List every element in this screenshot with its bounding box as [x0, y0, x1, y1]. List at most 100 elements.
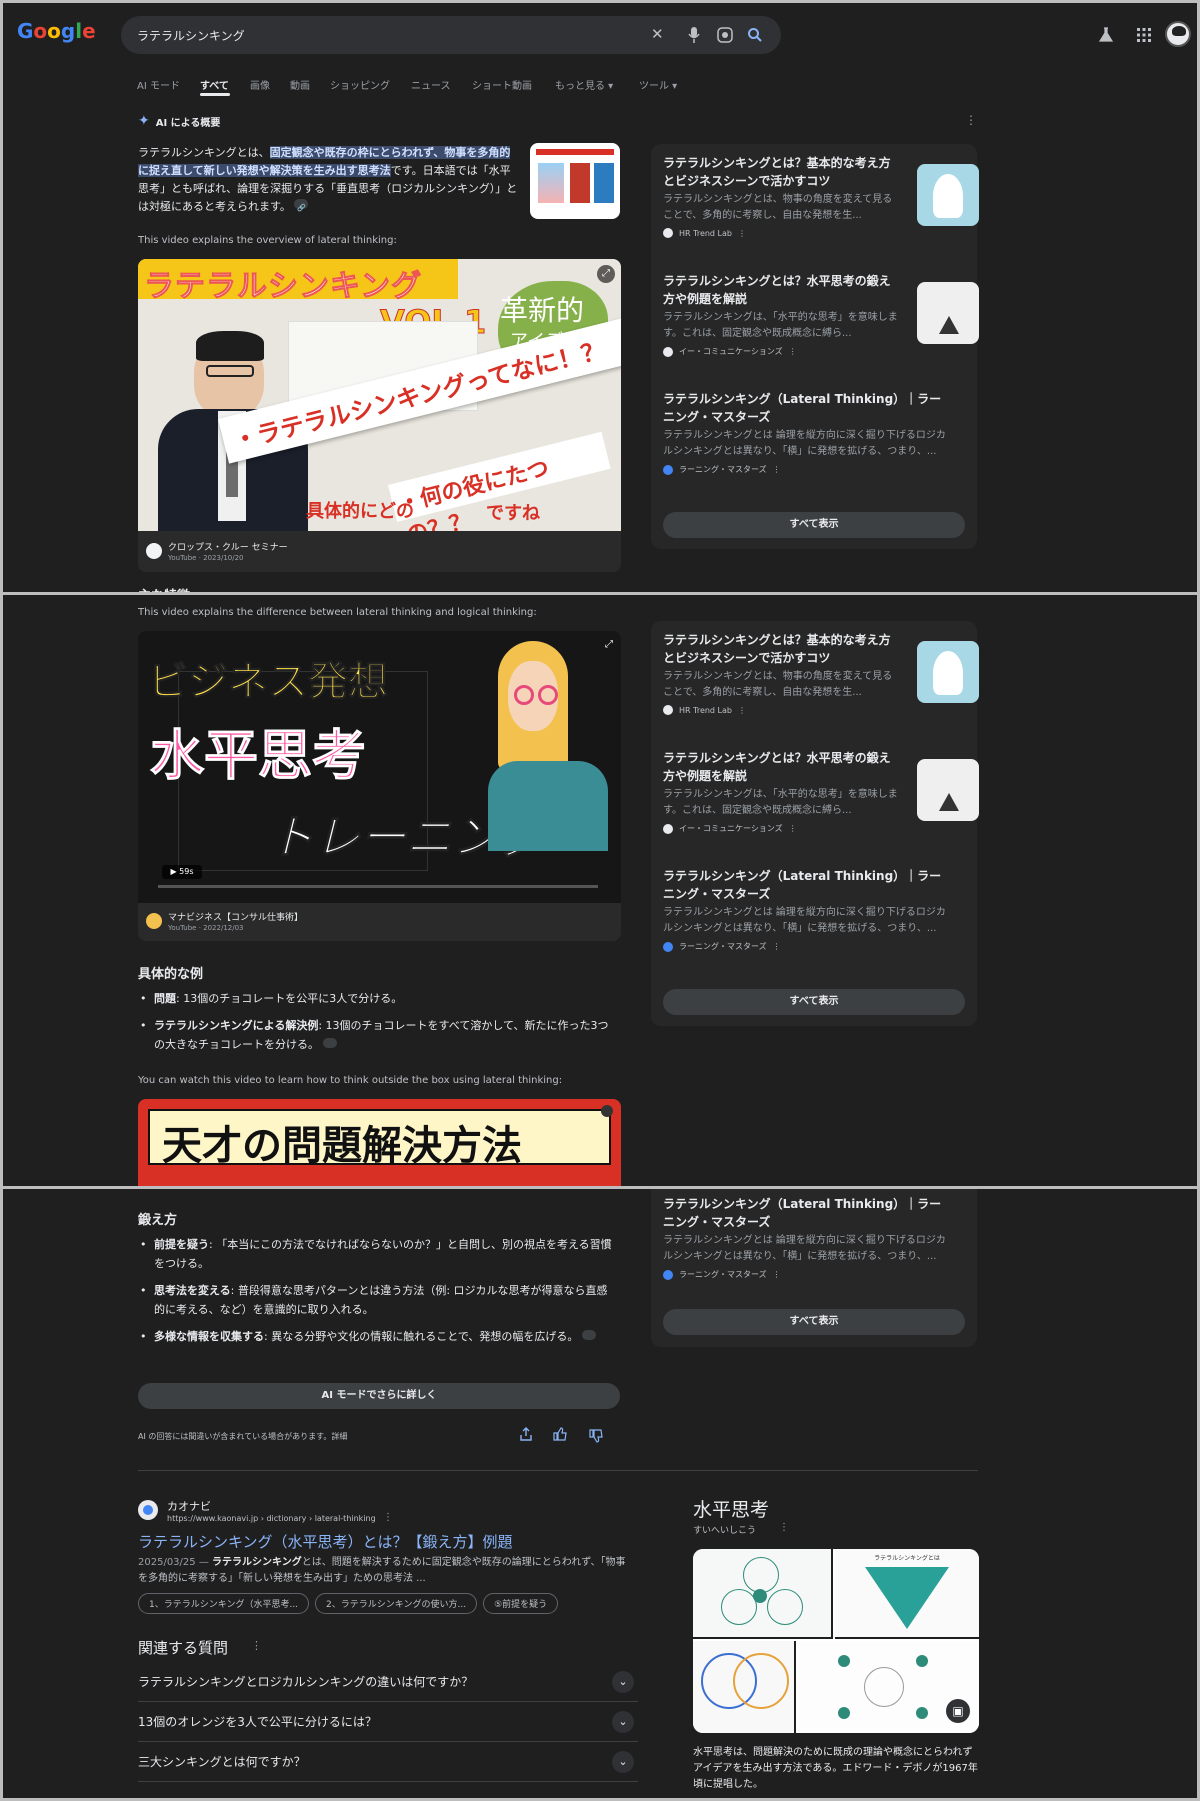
tab-short-videos[interactable]: ショート動画 [472, 77, 532, 92]
source-title[interactable]: ラテラルシンキング（Lateral Thinking）｜ラーニング・マスターズ [663, 390, 953, 426]
expand-icon[interactable]: ⤢ [605, 639, 613, 650]
tab-all[interactable]: すべて [200, 77, 229, 92]
ai-disclaimer[interactable]: AI の回答には間違いが含まれている場合があります。詳細 [138, 1431, 347, 1442]
video1-channel[interactable]: クロップス・クルー セミナー [168, 540, 288, 553]
related-question-text[interactable]: ラテラルシンキングとロジカルシンキングの違いは何ですか？ [138, 1675, 473, 1689]
diagram-venn-image[interactable] [693, 1641, 796, 1733]
result-url[interactable]: https://www.kaonavi.jp › dictionary › la… [167, 1514, 376, 1523]
video1-thumbnail[interactable]: ラテラルシンキング VOL.1 革新的 アイディア ・ラテラルシンキングってなに… [138, 259, 621, 531]
diagram-circles-image[interactable] [693, 1549, 833, 1639]
result-title-link[interactable]: ラテラルシンキング（水平思考）とは？【鍛え方】例題 [138, 1531, 513, 1552]
sources-card: ラテラルシンキングとは？基本的な考え方とビジネスシーンで活かすコツ ラテラルシン… [651, 144, 979, 549]
source-title[interactable]: ラテラルシンキング（Lateral Thinking）｜ラーニング・マスターズ [663, 867, 953, 903]
show-all-button[interactable]: すべて表示 [663, 989, 965, 1015]
chevron-down-icon[interactable]: ⌄ [612, 1671, 634, 1693]
sitelink-chip[interactable]: ⑤前提を疑う [483, 1593, 559, 1614]
result-menu-icon[interactable]: ⋮ [383, 1512, 393, 1523]
result-site-name[interactable]: カオナビ [167, 1498, 211, 1514]
video3-thumbnail[interactable]: 天才の問題解決方法 [138, 1099, 621, 1186]
source-menu-icon[interactable]: ⋮ [773, 942, 781, 951]
intro-thumbnail[interactable] [530, 143, 620, 219]
tab-videos[interactable]: 動画 [290, 77, 310, 92]
knowledge-menu-icon[interactable]: ⋮ [779, 1522, 789, 1533]
knowledge-image-grid[interactable]: ラテラルシンキングとは ▣ [693, 1549, 979, 1733]
source-item-learning-masters[interactable]: ラテラルシンキング（Lateral Thinking）｜ラーニング・マスターズ … [663, 1195, 963, 1280]
source-thumbnail[interactable] [917, 282, 979, 344]
diagram-cycle-image[interactable]: ▣ [798, 1641, 979, 1733]
search-icon[interactable] [747, 27, 763, 43]
tab-images[interactable]: 画像 [250, 77, 270, 92]
video2-thumbnail[interactable]: ビジネス発想 水平思考 トレーニング ▶ 59s ⤢ [138, 631, 621, 903]
source-menu-icon[interactable]: ⋮ [738, 706, 746, 715]
diagram-funnel-image[interactable]: ラテラルシンキングとは [835, 1549, 979, 1639]
show-all-button[interactable]: すべて表示 [663, 512, 965, 538]
video2-text-line2: 水平思考 [150, 724, 367, 788]
source-item-learning-masters[interactable]: ラテラルシンキング（Lateral Thinking）｜ラーニング・マスターズ … [663, 390, 963, 475]
source-title[interactable]: ラテラルシンキング（Lateral Thinking）｜ラーニング・マスターズ [663, 1195, 953, 1231]
lens-icon[interactable] [717, 27, 733, 43]
source-menu-icon[interactable]: ⋮ [738, 229, 746, 238]
related-question-text[interactable]: 13個のオレンジを3人で公平に分けるには？ [138, 1715, 377, 1729]
source-thumbnail[interactable] [917, 759, 979, 821]
image-search-icon[interactable]: ▣ [946, 1699, 970, 1723]
thumbs-up-icon[interactable] [553, 1427, 567, 1441]
source-menu-icon[interactable]: ⋮ [773, 465, 781, 474]
source-title[interactable]: ラテラルシンキングとは？水平思考の鍛え方や例題を解説 [663, 272, 899, 308]
source-title[interactable]: ラテラルシンキングとは？基本的な考え方とビジネスシーンで活かすコツ [663, 631, 899, 667]
source-link-icon[interactable] [581, 1330, 596, 1340]
tab-shopping[interactable]: ショッピング [330, 77, 390, 92]
source-menu-icon[interactable]: ⋮ [789, 347, 797, 356]
source-link-icon[interactable]: 🔗 [294, 199, 309, 212]
clear-icon[interactable]: ✕ [651, 25, 664, 43]
video1-caption-line4: ですね [486, 503, 540, 524]
source-item-hr-trend-lab[interactable]: ラテラルシンキングとは？基本的な考え方とビジネスシーンで活かすコツ ラテラルシン… [663, 631, 979, 715]
source-item-hr-trend-lab[interactable]: ラテラルシンキングとは？基本的な考え方とビジネスシーンで活かすコツ ラテラルシン… [663, 154, 979, 238]
source-item-e-communications[interactable]: ラテラルシンキングとは？水平思考の鍛え方や例題を解説 ラテラルシンキングは、「水… [663, 749, 979, 834]
video2-card[interactable]: ビジネス発想 水平思考 トレーニング ▶ 59s ⤢ マナビジネス【コンサル仕事… [138, 631, 621, 941]
related-question-row[interactable]: 13個のオレンジを3人で公平に分けるには？ ⌄ [138, 1702, 638, 1742]
labs-flask-icon[interactable] [1098, 27, 1114, 43]
source-title[interactable]: ラテラルシンキングとは？水平思考の鍛え方や例題を解説 [663, 749, 899, 785]
result-date: 2025/03/25 — [138, 1557, 209, 1568]
chevron-down-icon[interactable]: ⌄ [612, 1751, 634, 1773]
tab-ai-mode[interactable]: AI モード [137, 77, 180, 92]
related-question-row[interactable]: 三大シンキングとは何ですか？ ⌄ [138, 1742, 638, 1782]
source-item-e-communications[interactable]: ラテラルシンキングとは？水平思考の鍛え方や例題を解説 ラテラルシンキングは、「水… [663, 272, 979, 357]
tab-tools[interactable]: ツール ▾ [639, 77, 677, 92]
source-snippet: ラテラルシンキングとは 論理を縦方向に深く掘り下げるロジカルシンキングとは異なり… [663, 430, 946, 457]
ai-mode-more-button[interactable]: AI モードでさらに詳しく [138, 1383, 620, 1409]
source-snippet: ラテラルシンキングとは、物事の角度を変えて見ることで、多角的に考察し、自由な発想… [663, 671, 893, 698]
thumbs-down-icon[interactable] [589, 1429, 603, 1443]
sitelink-chip[interactable]: 1、ラテラルシンキング（水平思考... [138, 1593, 310, 1614]
tab-more[interactable]: もっと見る ▾ [555, 77, 613, 92]
source-title[interactable]: ラテラルシンキングとは？基本的な考え方とビジネスシーンで活かすコツ [663, 154, 899, 190]
search-bar[interactable]: ✕ [121, 16, 781, 54]
related-question-row[interactable]: ラテラルシンキングとロジカルシンキングの違いは何ですか？ ⌄ [138, 1662, 638, 1702]
source-link-icon[interactable] [322, 1038, 337, 1048]
chevron-down-icon[interactable]: ⌄ [612, 1711, 634, 1733]
sitelink-chip[interactable]: 2、ラテラルシンキングの使い方... [315, 1593, 478, 1614]
source-thumbnail[interactable] [917, 164, 979, 226]
related-question-text[interactable]: 三大シンキングとは何ですか？ [138, 1755, 306, 1769]
expand-icon[interactable]: ⤢ [597, 265, 615, 283]
screenshot-panel-bottom: 鍛え方 前提を疑う: 「本当にこの方法でなければならないのか？」と自問し、別の視… [0, 1186, 1200, 1801]
video2-channel[interactable]: マナビジネス【コンサル仕事術】 [168, 910, 303, 923]
microphone-icon[interactable] [687, 26, 701, 44]
source-item-learning-masters[interactable]: ラテラルシンキング（Lateral Thinking）｜ラーニング・マスターズ … [663, 867, 963, 952]
source-thumbnail[interactable] [917, 641, 979, 703]
related-menu-icon[interactable]: ⋮ [251, 1639, 262, 1652]
video1-card[interactable]: ラテラルシンキング VOL.1 革新的 アイディア ・ラテラルシンキングってなに… [138, 259, 621, 572]
source-menu-icon[interactable]: ⋮ [789, 824, 797, 833]
search-input[interactable] [137, 24, 617, 46]
video2-meta: YouTube · 2022/12/03 [168, 924, 244, 932]
source-menu-icon[interactable]: ⋮ [773, 1270, 781, 1279]
tab-news[interactable]: ニュース [411, 77, 451, 92]
apps-grid-icon[interactable] [1137, 28, 1151, 42]
google-logo[interactable]: Google [17, 19, 96, 43]
training-list: 前提を疑う: 「本当にこの方法でなければならないのか？」と自問し、別の視点を考え… [138, 1235, 618, 1346]
share-icon[interactable] [519, 1427, 533, 1441]
more-options-icon[interactable]: ⋮ [965, 113, 977, 127]
show-all-button[interactable]: すべて表示 [663, 1309, 965, 1335]
avatar[interactable] [1165, 21, 1191, 47]
video2-caption: This video explains the difference betwe… [138, 607, 537, 618]
